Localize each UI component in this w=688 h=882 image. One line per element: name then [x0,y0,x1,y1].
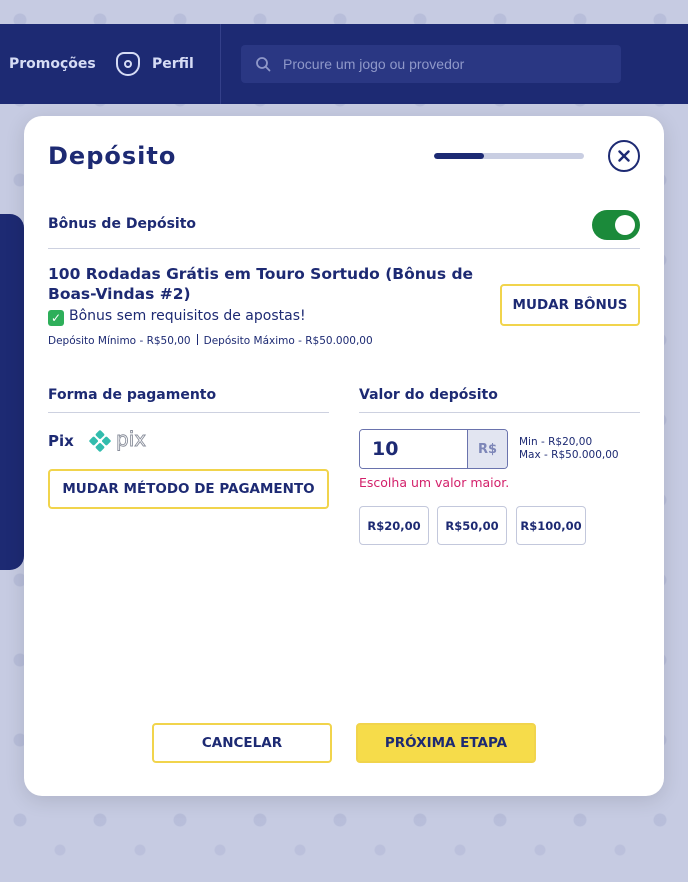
nav-divider [220,24,221,104]
nav-perfil-label: Perfil [152,56,194,72]
change-payment-label: MUDAR MÉTODO DE PAGAMENTO [62,481,315,497]
bonus-title: 100 Rodadas Grátis em Touro Sortudo (Bôn… [48,265,474,303]
change-bonus-button[interactable]: MUDAR BÔNUS [500,284,640,326]
next-step-button[interactable]: PRÓXIMA ETAPA [356,723,536,763]
step-progress-bar [434,153,584,159]
toggle-knob [615,215,635,235]
side-panel [0,214,24,570]
bonus-limits: Depósito Mínimo - R$50,00 Depósito Máximo… [48,334,373,347]
change-payment-button[interactable]: MUDAR MÉTODO DE PAGAMENTO [48,469,329,509]
cancel-button[interactable]: CANCELAR [152,723,332,763]
next-step-label: PRÓXIMA ETAPA [384,735,508,751]
step-progress-fill [434,153,484,159]
top-navigation-bar: Promoções Perfil [0,24,688,104]
bonus-subtitle-text: Bônus sem requisitos de apostas! [69,308,306,324]
bonus-max: Depósito Máximo - R$50.000,00 [203,335,373,347]
bonus-subtitle: ✓ Bônus sem requisitos de apostas! [48,308,306,326]
close-icon [618,150,630,162]
amount-input[interactable] [360,430,468,468]
modal-title: Depósito [48,142,177,170]
amount-min: Min - R$20,00 [519,436,593,448]
amount-max: Max - R$50.000,00 [519,449,619,461]
quick-amount-100[interactable]: R$100,00 [516,506,586,545]
amount-limits: Min - R$20,00 Max - R$50.000,00 [519,436,619,462]
profile-shield-icon [116,52,140,76]
divider [48,412,329,413]
quick-amount-20[interactable]: R$20,00 [359,506,429,545]
check-icon: ✓ [48,310,64,326]
search-icon [256,57,271,72]
pix-logo-icon: pix [89,427,147,452]
payment-method-label: Pix [48,432,74,450]
change-bonus-label: MUDAR BÔNUS [512,297,628,313]
search-bar [241,45,621,83]
nav-perfil[interactable]: Perfil [116,24,194,104]
amount-field-group: R$ [359,429,508,469]
deposit-modal: Depósito Bônus de Depósito 100 Rodadas G… [24,116,664,796]
currency-suffix: R$ [468,430,507,468]
divider [48,248,640,249]
quick-amount-50[interactable]: R$50,00 [437,506,507,545]
amount-error: Escolha um valor maior. [359,475,510,490]
bonus-toggle-label: Bônus de Depósito [48,216,197,232]
nav-promocoes[interactable]: Promoções [9,24,96,104]
payment-section-label: Forma de pagamento [48,387,217,403]
bonus-min: Depósito Mínimo - R$50,00 [48,335,191,347]
pix-logo-text: pix [116,427,146,451]
cancel-label: CANCELAR [201,735,283,751]
close-button[interactable] [608,140,640,172]
divider [359,412,640,413]
amount-section-label: Valor do depósito [359,387,498,403]
bonus-toggle[interactable] [592,210,640,240]
search-input[interactable] [283,45,613,83]
limits-separator [196,334,198,345]
nav-promocoes-label: Promoções [9,56,96,72]
